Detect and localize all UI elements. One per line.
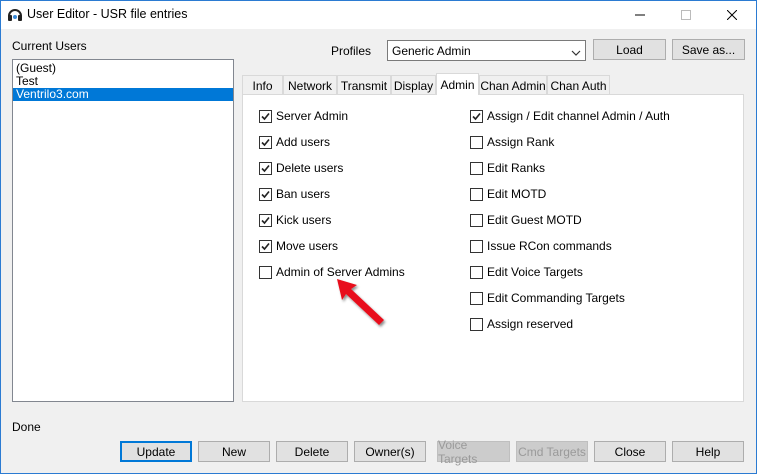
checkbox-label: Delete users xyxy=(276,161,344,175)
checkbox-label: Move users xyxy=(276,239,339,253)
chevron-down-icon xyxy=(571,46,581,60)
minimize-button[interactable] xyxy=(617,1,663,29)
checkbox-unchecked-icon[interactable] xyxy=(470,213,483,227)
profiles-select[interactable]: Generic Admin xyxy=(387,40,586,61)
checkbox-edit-guest-motd[interactable]: Edit Guest MOTD xyxy=(470,212,582,228)
checkbox-label: Server Admin xyxy=(276,109,349,123)
checkbox-kick-users[interactable]: Kick users xyxy=(259,212,331,228)
checkbox-edit-voice-targets[interactable]: Edit Voice Targets xyxy=(470,264,583,280)
checkbox-label: Add users xyxy=(276,135,331,149)
close-window-button[interactable] xyxy=(709,1,755,29)
profiles-label: Profiles xyxy=(331,44,372,58)
new-button[interactable]: New xyxy=(198,441,270,462)
checkbox-checked-icon[interactable] xyxy=(259,135,272,149)
checkbox-label: Ban users xyxy=(276,187,331,201)
checkbox-unchecked-icon[interactable] xyxy=(470,291,483,305)
red-arrow-icon xyxy=(327,273,391,336)
checkbox-unchecked-icon[interactable] xyxy=(470,135,483,149)
maximize-button[interactable] xyxy=(663,1,709,29)
tab-display[interactable]: Display xyxy=(391,75,436,95)
checkbox-checked-icon[interactable] xyxy=(470,109,483,123)
voice-targets-button[interactable]: Voice Targets xyxy=(437,438,510,466)
owners-button[interactable]: Owner(s) xyxy=(354,441,426,462)
checkbox-unchecked-icon[interactable] xyxy=(470,161,483,175)
tab-admin[interactable]: Admin xyxy=(436,73,479,95)
checkbox-label: Assign reserved xyxy=(487,317,574,331)
checkbox-assign-rank[interactable]: Assign Rank xyxy=(470,134,554,150)
checkbox-checked-icon[interactable] xyxy=(259,187,272,201)
current-users-list[interactable]: (Guest) Test Ventrilo3.com xyxy=(12,59,234,402)
checkbox-ban-users[interactable]: Ban users xyxy=(259,186,330,202)
minimize-icon xyxy=(635,10,645,20)
window-title: User Editor - USR file entries xyxy=(27,7,188,21)
help-button[interactable]: Help xyxy=(672,441,744,462)
status-text: Done xyxy=(12,420,41,434)
tab-transmit[interactable]: Transmit xyxy=(337,75,391,95)
checkbox-unchecked-icon[interactable] xyxy=(470,265,483,279)
checkbox-unchecked-icon[interactable] xyxy=(470,317,483,331)
checkbox-delete-users[interactable]: Delete users xyxy=(259,160,343,176)
checkbox-checked-icon[interactable] xyxy=(259,109,272,123)
checkbox-unchecked-icon[interactable] xyxy=(470,239,483,253)
checkbox-assign-edit-channel-admin-auth[interactable]: Assign / Edit channel Admin / Auth xyxy=(470,108,670,124)
checkbox-label: Edit Commanding Targets xyxy=(487,291,625,305)
title-bar[interactable]: User Editor - USR file entries xyxy=(1,1,756,29)
tab-network[interactable]: Network xyxy=(283,75,337,95)
checkbox-checked-icon[interactable] xyxy=(259,213,272,227)
checkbox-server-admin[interactable]: Server Admin xyxy=(259,108,348,124)
profiles-selected-value: Generic Admin xyxy=(392,44,471,58)
checkbox-label: Issue RCon commands xyxy=(487,239,612,253)
checkbox-unchecked-icon[interactable] xyxy=(259,265,272,279)
current-users-label: Current Users xyxy=(12,39,87,53)
checkbox-issue-rcon-commands[interactable]: Issue RCon commands xyxy=(470,238,612,254)
checkbox-label: Edit Guest MOTD xyxy=(487,213,582,227)
checkbox-checked-icon[interactable] xyxy=(259,239,272,253)
checkbox-label: Assign Rank xyxy=(487,135,555,149)
close-icon xyxy=(727,10,737,20)
close-button[interactable]: Close xyxy=(594,441,666,462)
checkbox-label: Edit MOTD xyxy=(487,187,547,201)
admin-tab-panel: Server Admin Add users Delete users Ban use… xyxy=(242,94,744,402)
checkbox-label: Edit Ranks xyxy=(487,161,546,175)
checkbox-label: Kick users xyxy=(276,213,332,227)
tab-info[interactable]: Info xyxy=(242,75,283,95)
tab-chan-admin[interactable]: Chan Admin xyxy=(479,75,547,95)
checkbox-checked-icon[interactable] xyxy=(259,161,272,175)
load-button[interactable]: Load xyxy=(593,39,666,60)
cmd-targets-button[interactable]: Cmd Targets xyxy=(516,441,588,462)
checkbox-move-users[interactable]: Move users xyxy=(259,238,338,254)
tab-chan-auth[interactable]: Chan Auth xyxy=(547,75,610,95)
list-item[interactable]: (Guest) xyxy=(13,62,233,75)
save-as-button[interactable]: Save as... xyxy=(672,39,745,60)
delete-button[interactable]: Delete xyxy=(276,441,348,462)
list-item[interactable]: Ventrilo3.com xyxy=(13,88,233,101)
checkbox-edit-commanding-targets[interactable]: Edit Commanding Targets xyxy=(470,290,625,306)
ventrilo-headset-icon xyxy=(7,7,23,23)
checkbox-label: Edit Voice Targets xyxy=(487,265,583,279)
update-button[interactable]: Update xyxy=(120,441,192,462)
checkbox-unchecked-icon[interactable] xyxy=(470,187,483,201)
maximize-icon xyxy=(681,10,691,20)
checkbox-edit-motd[interactable]: Edit MOTD xyxy=(470,186,546,202)
checkbox-label: Assign / Edit channel Admin / Auth xyxy=(487,109,670,123)
user-editor-window: User Editor - USR file entries Current U… xyxy=(0,0,757,474)
checkbox-edit-ranks[interactable]: Edit Ranks xyxy=(470,160,545,176)
checkbox-add-users[interactable]: Add users xyxy=(259,134,330,150)
checkbox-assign-reserved[interactable]: Assign reserved xyxy=(470,316,573,332)
